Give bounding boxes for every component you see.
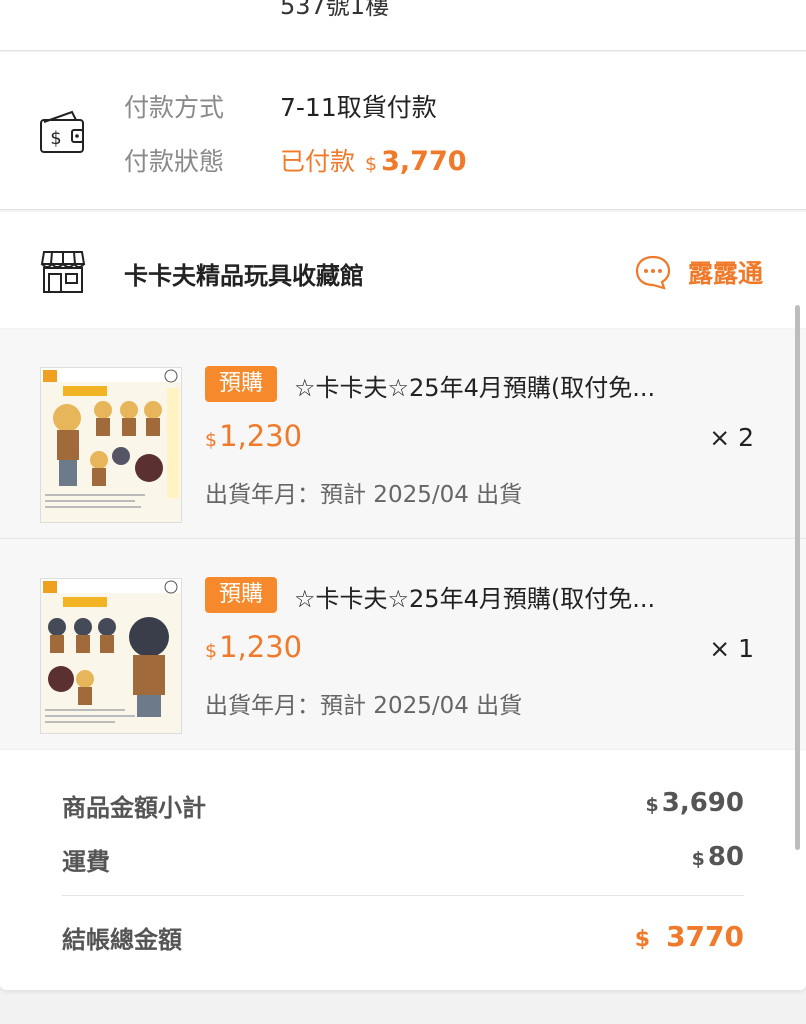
subtotal-currency: $ bbox=[645, 794, 659, 816]
payment-status-value: 已付款 bbox=[280, 147, 356, 176]
price-value: 1,230 bbox=[219, 630, 303, 664]
shop-header: 卡卡夫精品玩具收藏館 露露通 bbox=[0, 212, 806, 328]
product-thumbnail[interactable] bbox=[40, 578, 182, 734]
chat-bubble-icon bbox=[635, 255, 671, 290]
price-value: 1,230 bbox=[219, 419, 303, 453]
product-list: 預購 ☆卡卡夫☆25年4月預購(取付免... $1,230 × 2 出貨年月：預… bbox=[0, 329, 806, 749]
payment-status-label: 付款狀態 bbox=[124, 147, 225, 176]
total-row: 結帳總金額 $3770 bbox=[62, 920, 744, 955]
payment-amount: 3,770 bbox=[381, 146, 467, 177]
payment-method-row: 付款方式 7-11取貨付款 bbox=[124, 88, 437, 124]
product-item[interactable]: 預購 ☆卡卡夫☆25年4月預購(取付免... $1,230 × 1 出貨年月：預… bbox=[0, 540, 806, 750]
payment-currency: $ bbox=[365, 153, 378, 175]
wallet-icon: $ bbox=[40, 110, 84, 153]
scrollbar[interactable] bbox=[795, 305, 800, 850]
product-item[interactable]: 預購 ☆卡卡夫☆25年4月預購(取付免... $1,230 × 2 出貨年月：預… bbox=[0, 329, 806, 539]
product-price: $1,230 bbox=[205, 630, 302, 664]
shipping-fee-value: 80 bbox=[707, 842, 744, 872]
shipping-date: 出貨年月：預計 2025/04 出貨 bbox=[205, 482, 523, 508]
product-name[interactable]: ☆卡卡夫☆25年4月預購(取付免... bbox=[294, 368, 655, 403]
product-price: $1,230 bbox=[205, 419, 302, 453]
shipping-fee-label: 運費 bbox=[62, 848, 110, 876]
payment-method-value: 7-11取貨付款 bbox=[280, 93, 437, 122]
shipping-date: 出貨年月：預計 2025/04 出貨 bbox=[205, 693, 523, 719]
payment-method-label: 付款方式 bbox=[124, 93, 225, 122]
payment-section: $ 付款方式 7-11取貨付款 付款狀態 已付款 $ 3,770 bbox=[0, 52, 806, 210]
address-section: 537號1樓 bbox=[0, 0, 806, 51]
preorder-tag: 預購 bbox=[205, 577, 277, 613]
shipping-fee-amount: $80 bbox=[692, 842, 744, 877]
total-currency: $ bbox=[634, 927, 651, 952]
svg-text:$: $ bbox=[50, 128, 61, 149]
product-quantity: × 1 bbox=[709, 634, 754, 663]
product-name[interactable]: ☆卡卡夫☆25年4月預購(取付免... bbox=[294, 579, 655, 614]
chat-button[interactable]: 露露通 bbox=[634, 252, 763, 292]
price-currency: $ bbox=[205, 640, 218, 662]
summary-divider bbox=[62, 895, 744, 896]
price-currency: $ bbox=[205, 429, 218, 451]
total-label: 結帳總金額 bbox=[62, 926, 182, 954]
shipping-fee-currency: $ bbox=[691, 848, 705, 870]
payment-status-row: 付款狀態 已付款 $ 3,770 bbox=[124, 142, 467, 178]
shop-name[interactable]: 卡卡夫精品玩具收藏館 bbox=[124, 256, 364, 291]
product-quantity: × 2 bbox=[709, 423, 754, 452]
preorder-tag: 預購 bbox=[205, 366, 277, 402]
product-thumbnail[interactable] bbox=[40, 367, 182, 523]
store-icon bbox=[40, 251, 86, 293]
total-value: 3770 bbox=[666, 920, 744, 953]
order-summary: 商品金額小計 $3,690 運費 $80 結帳總金額 $3770 bbox=[0, 750, 806, 990]
subtotal-row: 商品金額小計 $3,690 bbox=[62, 788, 744, 823]
chat-label: 露露通 bbox=[688, 259, 764, 288]
subtotal-value: 3,690 bbox=[661, 788, 744, 818]
shipping-fee-row: 運費 $80 bbox=[62, 842, 744, 877]
address-line: 537號1樓 bbox=[280, 0, 390, 20]
total-amount: $3770 bbox=[635, 920, 744, 955]
subtotal-label: 商品金額小計 bbox=[62, 794, 206, 822]
subtotal-amount: $3,690 bbox=[646, 788, 744, 823]
